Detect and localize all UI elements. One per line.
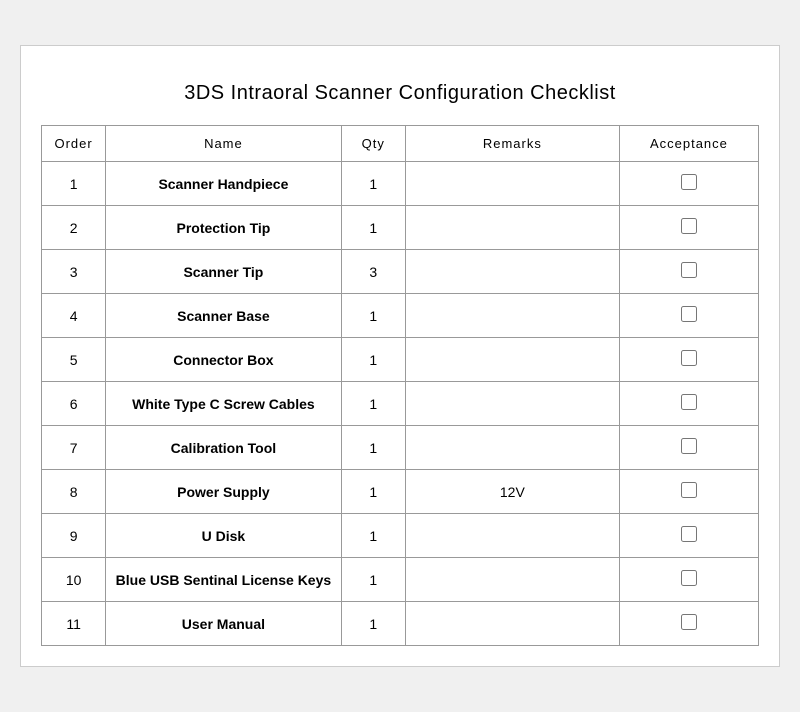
cell-order: 10 <box>42 558 106 602</box>
acceptance-checkbox[interactable] <box>681 306 697 322</box>
acceptance-checkbox[interactable] <box>681 262 697 278</box>
cell-qty: 1 <box>341 602 405 646</box>
page-title: 3DS Intraoral Scanner Configuration Chec… <box>41 66 759 125</box>
acceptance-checkbox[interactable] <box>681 218 697 234</box>
cell-name: Protection Tip <box>106 206 341 250</box>
cell-name: Power Supply <box>106 470 341 514</box>
col-header-acceptance: Acceptance <box>619 126 758 162</box>
cell-qty: 3 <box>341 250 405 294</box>
cell-acceptance[interactable] <box>619 514 758 558</box>
cell-name: Calibration Tool <box>106 426 341 470</box>
cell-name: Scanner Tip <box>106 250 341 294</box>
cell-name: User Manual <box>106 602 341 646</box>
table-row: 1Scanner Handpiece1 <box>42 162 759 206</box>
cell-qty: 1 <box>341 338 405 382</box>
cell-qty: 1 <box>341 470 405 514</box>
cell-remarks <box>405 162 619 206</box>
cell-name: Scanner Handpiece <box>106 162 341 206</box>
cell-acceptance[interactable] <box>619 250 758 294</box>
table-row: 10Blue USB Sentinal License Keys1 <box>42 558 759 602</box>
acceptance-checkbox[interactable] <box>681 570 697 586</box>
table-header-row: Order Name Qty Remarks Acceptance <box>42 126 759 162</box>
cell-remarks: 12V <box>405 470 619 514</box>
cell-acceptance[interactable] <box>619 426 758 470</box>
acceptance-checkbox[interactable] <box>681 438 697 454</box>
cell-order: 3 <box>42 250 106 294</box>
cell-qty: 1 <box>341 206 405 250</box>
cell-acceptance[interactable] <box>619 162 758 206</box>
cell-acceptance[interactable] <box>619 338 758 382</box>
acceptance-checkbox[interactable] <box>681 350 697 366</box>
cell-name: Scanner Base <box>106 294 341 338</box>
cell-order: 7 <box>42 426 106 470</box>
table-row: 5Connector Box1 <box>42 338 759 382</box>
cell-remarks <box>405 514 619 558</box>
cell-acceptance[interactable] <box>619 382 758 426</box>
acceptance-checkbox[interactable] <box>681 614 697 630</box>
cell-remarks <box>405 294 619 338</box>
cell-remarks <box>405 250 619 294</box>
cell-order: 8 <box>42 470 106 514</box>
cell-qty: 1 <box>341 558 405 602</box>
cell-remarks <box>405 558 619 602</box>
cell-qty: 1 <box>341 382 405 426</box>
table-row: 3Scanner Tip3 <box>42 250 759 294</box>
cell-acceptance[interactable] <box>619 206 758 250</box>
cell-order: 6 <box>42 382 106 426</box>
table-row: 2Protection Tip1 <box>42 206 759 250</box>
cell-order: 4 <box>42 294 106 338</box>
cell-acceptance[interactable] <box>619 558 758 602</box>
table-row: 8Power Supply112V <box>42 470 759 514</box>
cell-qty: 1 <box>341 294 405 338</box>
cell-order: 9 <box>42 514 106 558</box>
cell-order: 5 <box>42 338 106 382</box>
cell-order: 2 <box>42 206 106 250</box>
col-header-order: Order <box>42 126 106 162</box>
cell-qty: 1 <box>341 514 405 558</box>
table-row: 6White Type C Screw Cables1 <box>42 382 759 426</box>
acceptance-checkbox[interactable] <box>681 394 697 410</box>
table-row: 7Calibration Tool1 <box>42 426 759 470</box>
cell-remarks <box>405 338 619 382</box>
table-row: 4Scanner Base1 <box>42 294 759 338</box>
cell-order: 1 <box>42 162 106 206</box>
col-header-remarks: Remarks <box>405 126 619 162</box>
cell-name: Blue USB Sentinal License Keys <box>106 558 341 602</box>
cell-remarks <box>405 206 619 250</box>
acceptance-checkbox[interactable] <box>681 526 697 542</box>
cell-order: 11 <box>42 602 106 646</box>
cell-name: White Type C Screw Cables <box>106 382 341 426</box>
cell-remarks <box>405 602 619 646</box>
cell-remarks <box>405 382 619 426</box>
acceptance-checkbox[interactable] <box>681 482 697 498</box>
cell-acceptance[interactable] <box>619 470 758 514</box>
col-header-qty: Qty <box>341 126 405 162</box>
cell-remarks <box>405 426 619 470</box>
table-row: 11User Manual1 <box>42 602 759 646</box>
cell-acceptance[interactable] <box>619 602 758 646</box>
cell-qty: 1 <box>341 426 405 470</box>
cell-name: Connector Box <box>106 338 341 382</box>
table-row: 9U Disk1 <box>42 514 759 558</box>
checklist-table: Order Name Qty Remarks Acceptance 1Scann… <box>41 125 759 646</box>
col-header-name: Name <box>106 126 341 162</box>
cell-name: U Disk <box>106 514 341 558</box>
checklist-container: 3DS Intraoral Scanner Configuration Chec… <box>20 45 780 667</box>
acceptance-checkbox[interactable] <box>681 174 697 190</box>
cell-acceptance[interactable] <box>619 294 758 338</box>
cell-qty: 1 <box>341 162 405 206</box>
